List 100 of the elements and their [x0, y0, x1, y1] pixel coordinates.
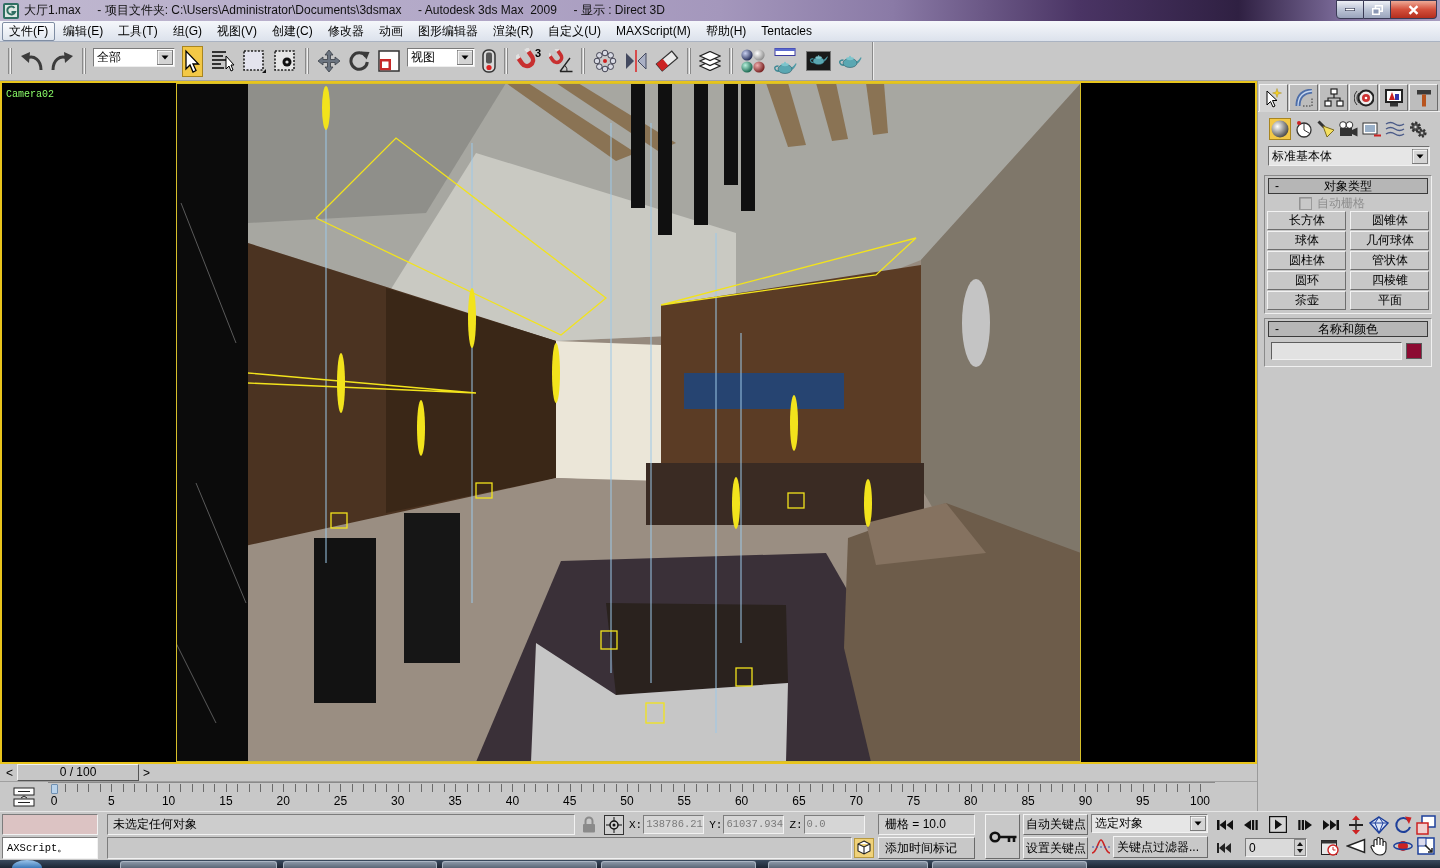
overlapping-squares-icon[interactable]: [1416, 814, 1437, 835]
object-type-button[interactable]: 平面: [1350, 291, 1429, 310]
close-button[interactable]: [1391, 0, 1437, 19]
camera-icon[interactable]: [1339, 121, 1358, 137]
arrow-cursor-icon[interactable]: [182, 45, 203, 77]
orbit-icon[interactable]: [1392, 838, 1413, 854]
teapot-screen-icon[interactable]: [806, 51, 832, 71]
menu-item[interactable]: 帮助(H): [698, 21, 754, 41]
coordinate-system-dropdown[interactable]: 视图: [407, 48, 475, 67]
key-set-dropdown[interactable]: 选定对象: [1091, 814, 1208, 833]
menu-item[interactable]: 创建(C): [265, 21, 320, 41]
play-icon[interactable]: [1269, 816, 1287, 833]
panel-tab[interactable]: [1319, 84, 1348, 111]
gem-icon[interactable]: [1369, 815, 1390, 834]
teapot-window-icon[interactable]: [773, 48, 799, 74]
menu-item[interactable]: MAXScript(M): [609, 21, 698, 41]
undo-icon[interactable]: [20, 51, 43, 71]
key-mode-icon[interactable]: [1217, 842, 1231, 853]
caret-icon[interactable]: [157, 50, 173, 65]
taskbar-button[interactable]: [283, 861, 437, 868]
panel-tab[interactable]: [1349, 84, 1378, 111]
set-key-button[interactable]: [985, 814, 1020, 859]
move-icon[interactable]: [317, 49, 341, 73]
scale-icon[interactable]: [378, 50, 400, 72]
menu-item[interactable]: 图形编辑器: [410, 21, 485, 41]
object-color-swatch[interactable]: [1406, 343, 1422, 359]
taskbar-button[interactable]: [120, 861, 277, 868]
object-type-button[interactable]: 圆环: [1267, 271, 1346, 290]
restore-button[interactable]: [1364, 0, 1391, 19]
menu-item[interactable]: Tentacles: [754, 21, 820, 41]
viewport-label[interactable]: Camera02: [6, 89, 54, 100]
menu-item[interactable]: 编辑(E): [56, 21, 111, 41]
step-forward-icon[interactable]: [1298, 818, 1312, 831]
capsule-dots-icon[interactable]: [482, 49, 496, 73]
cube-icon[interactable]: [854, 838, 874, 858]
skip-forward-icon[interactable]: [1323, 818, 1339, 831]
spinner-icon[interactable]: [1294, 839, 1306, 856]
dashed-rectangle-icon[interactable]: [243, 49, 266, 73]
helper-box-icon[interactable]: [1362, 121, 1381, 137]
menu-item[interactable]: 动画: [371, 21, 410, 41]
menu-item[interactable]: 工具(T): [111, 21, 165, 41]
mirror-icon[interactable]: [625, 49, 648, 73]
object-type-button[interactable]: 圆锥体: [1350, 211, 1429, 230]
step-back-icon[interactable]: [1244, 818, 1258, 831]
collapse-toggle[interactable]: -: [1275, 179, 1279, 193]
redo-icon[interactable]: [51, 51, 74, 71]
hand-icon[interactable]: [1370, 836, 1389, 856]
menu-item[interactable]: 视图(V): [210, 21, 264, 41]
time-tag-button[interactable]: 添加时间标记: [878, 837, 975, 859]
target-square-icon[interactable]: [604, 814, 624, 835]
object-type-button[interactable]: 茶壶: [1267, 291, 1346, 310]
caret-icon[interactable]: [1190, 816, 1206, 831]
material-spheres-icon[interactable]: [741, 49, 766, 73]
next-frame-button[interactable]: >: [139, 764, 154, 781]
gears-icon[interactable]: [1409, 119, 1428, 139]
circular-arrows-icon[interactable]: [1392, 814, 1413, 835]
list-cursor-icon[interactable]: [211, 50, 235, 72]
rollout-title[interactable]: 名称和颜色: [1318, 321, 1378, 336]
previous-frame-button[interactable]: <: [2, 764, 17, 781]
key-mode-button[interactable]: 设置关键点: [1023, 837, 1088, 859]
taskbar-button[interactable]: [442, 861, 597, 868]
listener-input-field[interactable]: AXScript。: [2, 837, 98, 859]
angle-magnet-icon[interactable]: [549, 49, 574, 73]
taskbar-button[interactable]: [601, 861, 756, 868]
menu-item[interactable]: 文件(F): [2, 21, 56, 41]
sphere-icon[interactable]: [1269, 118, 1291, 140]
split-window-icon[interactable]: [13, 786, 35, 807]
maximize-icon[interactable]: [1417, 837, 1436, 855]
object-name-field[interactable]: [1271, 342, 1402, 360]
skip-back-icon[interactable]: [1217, 818, 1233, 831]
dot-ring-icon[interactable]: [593, 49, 618, 73]
shape-dots-icon[interactable]: [1295, 120, 1313, 138]
listener-output-field[interactable]: [2, 814, 98, 835]
menu-item[interactable]: 渲染(R): [485, 21, 541, 41]
auto-key-button[interactable]: 自动关键点: [1023, 814, 1088, 835]
object-type-button[interactable]: 四棱锥: [1350, 271, 1429, 290]
wave-icon[interactable]: [1385, 121, 1405, 137]
spotlight-icon[interactable]: [1317, 120, 1335, 138]
layers-icon[interactable]: [699, 51, 722, 71]
start-button[interactable]: [12, 860, 42, 868]
minimize-button[interactable]: [1336, 0, 1364, 19]
menu-item[interactable]: 自定义(U): [541, 21, 608, 41]
panel-tab[interactable]: [1409, 84, 1438, 111]
collapse-toggle[interactable]: -: [1275, 322, 1279, 336]
object-type-button[interactable]: 几何球体: [1350, 231, 1429, 250]
panel-tab[interactable]: [1379, 84, 1408, 111]
time-slider-track[interactable]: < 0 / 100 >: [0, 764, 1257, 782]
frame-field[interactable]: 0: [1245, 838, 1307, 857]
object-type-button[interactable]: 球体: [1267, 231, 1346, 250]
time-config-icon[interactable]: [1321, 839, 1339, 856]
menu-item[interactable]: 修改器: [320, 21, 371, 41]
snap-toggle-button[interactable]: 3: [516, 48, 542, 74]
selection-filter-dropdown[interactable]: 全部: [93, 48, 175, 67]
menu-item[interactable]: 组(G): [165, 21, 209, 41]
panel-tab[interactable]: [1259, 84, 1288, 112]
key-curve-icon[interactable]: [1091, 837, 1111, 857]
object-type-button[interactable]: 长方体: [1267, 211, 1346, 230]
caret-icon[interactable]: [457, 50, 473, 65]
caret-icon[interactable]: [1412, 148, 1428, 164]
key-filters-button[interactable]: 关键点过滤器...: [1113, 836, 1208, 858]
